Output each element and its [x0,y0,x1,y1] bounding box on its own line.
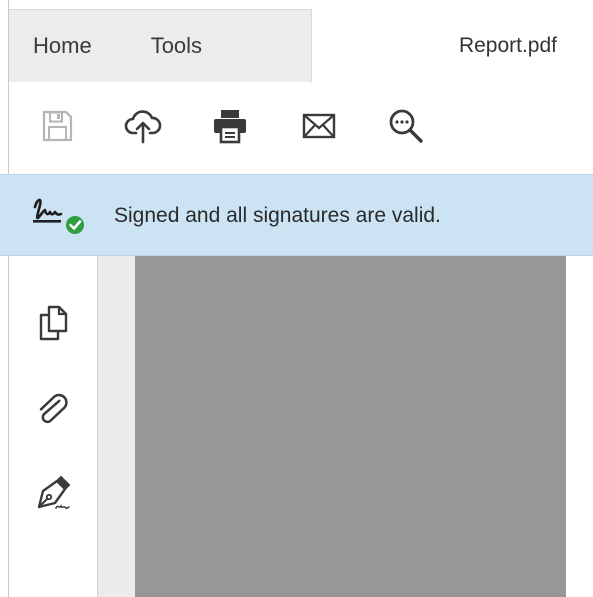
document-viewport[interactable] [98,256,593,597]
nav-tabs: Home Tools [9,9,311,83]
tab-bar: Home Tools Report.pdf [9,9,593,83]
acrobat-window: Home Tools Report.pdf Signed and all sig… [0,0,593,597]
signature-status-banner[interactable]: Signed and all signatures are valid. [0,174,593,256]
zoom-icon [389,109,423,143]
find-button[interactable] [386,106,426,146]
document-page[interactable] [135,256,566,597]
window-left-border [0,0,9,597]
save-button[interactable] [37,106,77,146]
document-tab-label: Report.pdf [458,33,557,57]
email-button[interactable] [299,106,339,146]
viewport-right-margin [566,256,593,597]
print-button[interactable] [210,106,250,146]
tab-document[interactable]: Report.pdf [311,9,593,82]
signature-valid-icon [33,198,84,234]
tab-home[interactable]: Home [33,33,92,59]
cloud-upload-icon [124,110,162,144]
left-navigation-rail [9,256,98,597]
page-thumbnails-icon [39,305,68,341]
upload-cloud-button[interactable] [123,106,163,146]
attachments-button[interactable] [31,388,75,432]
signatures-panel-button[interactable] [31,471,75,515]
tab-tools[interactable]: Tools [151,33,202,59]
toolbar [9,82,593,174]
attachments-icon [39,393,68,424]
signatures-icon [37,475,71,510]
page-thumbnails-button[interactable] [31,301,75,345]
email-icon [302,113,336,139]
save-icon [42,110,73,142]
signature-status-text: Signed and all signatures are valid. [114,204,441,227]
print-icon [214,110,246,144]
